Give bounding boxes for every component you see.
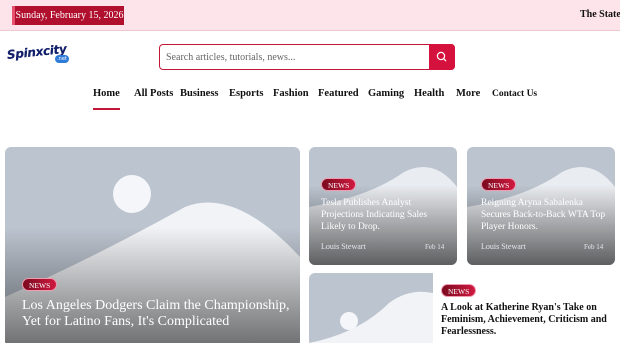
article-date: Feb 14 (425, 243, 445, 251)
nav-business[interactable]: Business (180, 88, 219, 99)
category-badge[interactable]: NEWS (481, 178, 517, 191)
nav-fashion[interactable]: Fashion (273, 88, 309, 99)
nav-contact-us[interactable]: Contact Us (492, 89, 537, 99)
search-input[interactable] (166, 48, 424, 66)
main-nav: Home All Posts Business Esports Fashion … (0, 88, 620, 110)
image-placeholder-icon (309, 291, 433, 343)
article-title[interactable]: A Look at Katherine Ryan's Take on Femin… (441, 302, 616, 338)
article-card-featured[interactable]: NEWS Los Angeles Dodgers Claim the Champ… (5, 147, 300, 343)
article-date: Feb 14 (584, 243, 604, 251)
article-author[interactable]: Louis Stewart (481, 242, 526, 251)
search-button[interactable] (429, 43, 455, 70)
nav-featured[interactable]: Featured (318, 88, 359, 99)
search-bar (159, 43, 455, 70)
article-author[interactable]: Louis Stewart (321, 242, 366, 251)
nav-active-indicator (93, 108, 120, 110)
article-card[interactable]: NEWS Tesla Publishes Analyst Projections… (309, 147, 457, 265)
nav-health[interactable]: Health (414, 88, 444, 99)
current-date: Sunday, February 15, 2026 (12, 6, 124, 25)
search-icon (436, 51, 447, 61)
top-bar: Sunday, February 15, 2026 The State of (0, 0, 620, 31)
category-badge[interactable]: NEWS (321, 178, 357, 191)
article-title[interactable]: Tesla Publishes Analyst Projections Indi… (321, 197, 453, 233)
nav-home[interactable]: Home (93, 88, 120, 99)
logo-suffix: .net (55, 55, 69, 63)
article-card[interactable]: NEWS Reigning Aryna Sabalenka Secures Ba… (467, 147, 615, 265)
category-badge[interactable]: NEWS (441, 284, 477, 297)
nav-more[interactable]: More (456, 88, 480, 99)
nav-gaming[interactable]: Gaming (368, 88, 404, 99)
article-thumbnail[interactable] (309, 273, 433, 343)
nav-all-posts[interactable]: All Posts (134, 88, 173, 99)
category-badge[interactable]: NEWS (22, 278, 58, 291)
news-ticker[interactable]: The State of (580, 9, 620, 20)
article-title[interactable]: Los Angeles Dodgers Claim the Championsh… (22, 298, 292, 330)
site-logo[interactable]: Spinxcity .net (6, 42, 69, 66)
article-title[interactable]: Reigning Aryna Sabalenka Secures Back-to… (481, 197, 611, 233)
nav-esports[interactable]: Esports (229, 88, 263, 99)
